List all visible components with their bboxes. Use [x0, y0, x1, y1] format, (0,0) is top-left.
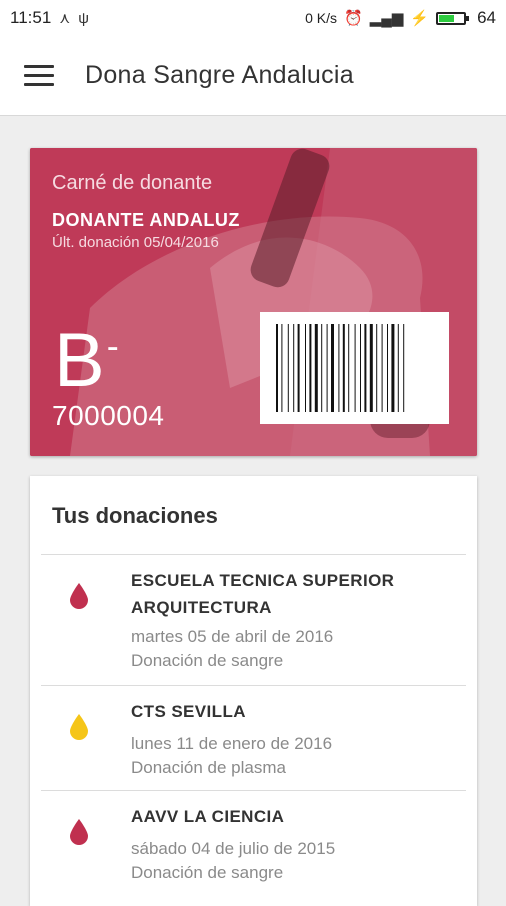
last-donation: Últ. donación 05/04/2016 — [52, 234, 219, 251]
donation-type: Donación de sangre — [131, 651, 284, 670]
barcode — [260, 312, 449, 424]
app-title: Dona Sangre Andalucia — [85, 61, 354, 89]
share-icon: ⋏ — [59, 10, 71, 27]
battery-level: 64 — [477, 8, 496, 27]
donation-item[interactable]: ESCUELA TECNICA SUPERIOR ARQUITECTURA mar… — [30, 555, 477, 685]
blood-type: B- — [54, 308, 119, 399]
blood-drop-icon — [70, 583, 88, 609]
donations-panel: Tus donaciones ESCUELA TECNICA SUPERIOR A… — [30, 476, 477, 906]
blood-drop-icon — [70, 819, 88, 845]
usb-icon: ψ — [78, 9, 89, 27]
plasma-drop-icon — [70, 714, 88, 740]
alarm-icon: ⏰ — [344, 10, 363, 27]
donor-number: 7000004 — [52, 400, 165, 431]
card-label: Carné de donante — [52, 172, 213, 194]
donation-place: AAVV LA CIENCIA — [131, 807, 285, 826]
status-bar: 11:51 ⋏ ψ 0 K/s ⏰ ▂▄▆ ⚡ 64 — [0, 0, 506, 36]
app-bar: Dona Sangre Andalucia — [0, 36, 506, 116]
donation-item[interactable]: AAVV LA CIENCIA sábado 04 de julio de 20… — [30, 791, 477, 895]
donation-place: ESCUELA TECNICA SUPERIOR ARQUITECTURA — [131, 571, 395, 617]
blood-group: B — [54, 318, 105, 403]
donation-date: lunes 11 de enero de 2016 — [131, 734, 333, 753]
donation-place: CTS SEVILLA — [131, 702, 246, 721]
data-speed: 0 K/s — [305, 10, 337, 26]
donation-date: martes 05 de abril de 2016 — [131, 627, 334, 646]
donation-type: Donación de sangre — [131, 863, 284, 882]
clock: 11:51 — [10, 8, 52, 27]
rh-factor: - — [106, 325, 119, 366]
donations-title: Tus donaciones — [52, 503, 218, 528]
charging-icon: ⚡ — [410, 10, 430, 27]
donor-name: DONANTE ANDALUZ — [52, 210, 240, 230]
donation-date: sábado 04 de julio de 2015 — [131, 839, 336, 858]
signal-icon: ▂▄▆ — [369, 10, 404, 27]
donation-item[interactable]: CTS SEVILLA lunes 11 de enero de 2016 Do… — [30, 686, 477, 790]
battery-icon — [436, 11, 470, 25]
menu-icon[interactable] — [20, 62, 58, 90]
donor-card[interactable]: Carné de donante DONANTE ANDALUZ Últ. do… — [30, 148, 477, 456]
donation-type: Donación de plasma — [131, 758, 286, 777]
